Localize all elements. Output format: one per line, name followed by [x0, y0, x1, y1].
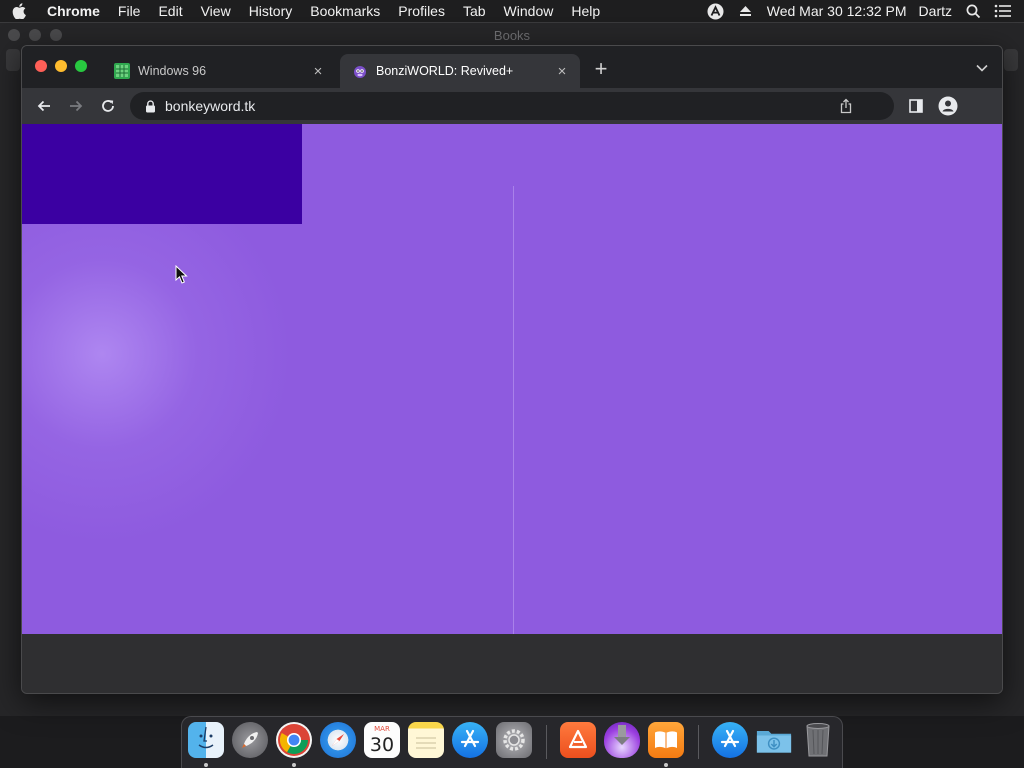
finder-icon[interactable]	[188, 722, 224, 758]
tab-search-chevron-icon[interactable]	[974, 60, 990, 76]
background-toolbar-control[interactable]	[6, 49, 20, 71]
background-window-minimize-button[interactable]	[29, 29, 41, 41]
trash-icon[interactable]	[800, 722, 836, 758]
calendar-icon[interactable]: MAR 30	[364, 722, 400, 758]
pdf-reader-icon[interactable]	[560, 722, 596, 758]
tab-strip: Windows 96 × BonziWORLD: Revived+ × +	[22, 46, 1002, 88]
background-window-traffic-lights	[8, 29, 62, 41]
lock-icon[interactable]	[143, 99, 157, 113]
bonziworld-favicon-icon	[352, 63, 368, 79]
downloads-folder-icon[interactable]	[756, 722, 792, 758]
menu-edit[interactable]: Edit	[149, 0, 191, 22]
menu-history[interactable]: History	[240, 0, 302, 22]
dock-separator	[698, 725, 699, 759]
window-zoom-button[interactable]	[75, 60, 87, 72]
dock: MAR 30	[181, 716, 843, 768]
menu-bookmarks[interactable]: Bookmarks	[301, 0, 389, 22]
menu-bar-status-area: Wed Mar 30 12:32 PM Dartz	[701, 0, 1024, 22]
safari-icon[interactable]	[320, 722, 356, 758]
back-button-icon[interactable]	[33, 95, 55, 117]
eject-icon[interactable]	[731, 0, 761, 22]
background-window-zoom-button[interactable]	[50, 29, 62, 41]
app-store-icon[interactable]	[452, 722, 488, 758]
side-panel-icon[interactable]	[905, 95, 927, 117]
app-store-downloads-icon[interactable]	[712, 722, 748, 758]
tab-bonziworld[interactable]: BonziWORLD: Revived+ ×	[340, 54, 580, 88]
new-tab-button[interactable]: +	[590, 58, 612, 81]
browser-toolbar: bonkeyword.tk	[22, 88, 1002, 124]
dock-separator	[546, 725, 547, 759]
books-icon[interactable]	[648, 722, 684, 758]
apple-menu-icon[interactable]	[0, 3, 38, 19]
background-window-title: Books	[493, 27, 531, 43]
page-dark-panel	[22, 124, 302, 224]
page-vertical-divider	[513, 186, 514, 634]
spotlight-search-icon[interactable]	[958, 0, 988, 22]
tab-title: BonziWORLD: Revived+	[376, 64, 514, 78]
menu-app-name[interactable]: Chrome	[38, 0, 109, 22]
background-window-close-button[interactable]	[8, 29, 20, 41]
menu-view[interactable]: View	[192, 0, 240, 22]
chrome-window: Windows 96 × BonziWORLD: Revived+ × + bo…	[21, 45, 1003, 694]
calendar-month: MAR	[374, 725, 390, 733]
menu-bar: Chrome File Edit View History Bookmarks …	[0, 0, 1024, 22]
address-bar-url: bonkeyword.tk	[165, 98, 256, 114]
notes-icon[interactable]	[408, 722, 444, 758]
window-traffic-lights	[35, 60, 87, 72]
running-indicator	[204, 763, 208, 767]
background-toolbar-control[interactable]	[1004, 49, 1018, 71]
system-preferences-icon[interactable]	[496, 722, 532, 758]
menu-file[interactable]: File	[109, 0, 150, 22]
menu-profiles[interactable]: Profiles	[389, 0, 454, 22]
mouse-pointer-icon	[175, 265, 188, 284]
running-indicator	[664, 763, 668, 767]
menu-bar-user[interactable]: Dartz	[913, 0, 958, 22]
window-close-button[interactable]	[35, 60, 47, 72]
tab-close-icon[interactable]: ×	[554, 63, 570, 80]
share-icon[interactable]	[838, 98, 854, 114]
accessibility-status-icon[interactable]	[701, 0, 731, 22]
chrome-icon[interactable]	[276, 722, 312, 758]
tab-title: Windows 96	[138, 64, 207, 78]
installer-icon[interactable]	[604, 722, 640, 758]
menu-window[interactable]: Window	[495, 0, 563, 22]
profile-avatar-icon[interactable]	[937, 95, 959, 117]
windows96-favicon-icon	[114, 63, 130, 79]
menu-tab[interactable]: Tab	[454, 0, 495, 22]
menu-help[interactable]: Help	[562, 0, 609, 22]
forward-button-icon[interactable]	[65, 95, 87, 117]
tab-windows-96[interactable]: Windows 96 ×	[104, 54, 336, 88]
launchpad-icon[interactable]	[232, 722, 268, 758]
tab-close-icon[interactable]: ×	[310, 63, 326, 80]
address-bar[interactable]: bonkeyword.tk	[130, 92, 894, 120]
control-center-icon[interactable]	[988, 0, 1018, 22]
web-page-viewport[interactable]	[22, 124, 1002, 634]
menu-bar-clock[interactable]: Wed Mar 30 12:32 PM	[761, 0, 913, 22]
reload-button-icon[interactable]	[97, 95, 119, 117]
browser-bottom-area	[22, 634, 1002, 693]
window-minimize-button[interactable]	[55, 60, 67, 72]
calendar-day: 30	[369, 734, 395, 756]
background-window-titlebar: Books	[0, 23, 1024, 47]
running-indicator	[292, 763, 296, 767]
